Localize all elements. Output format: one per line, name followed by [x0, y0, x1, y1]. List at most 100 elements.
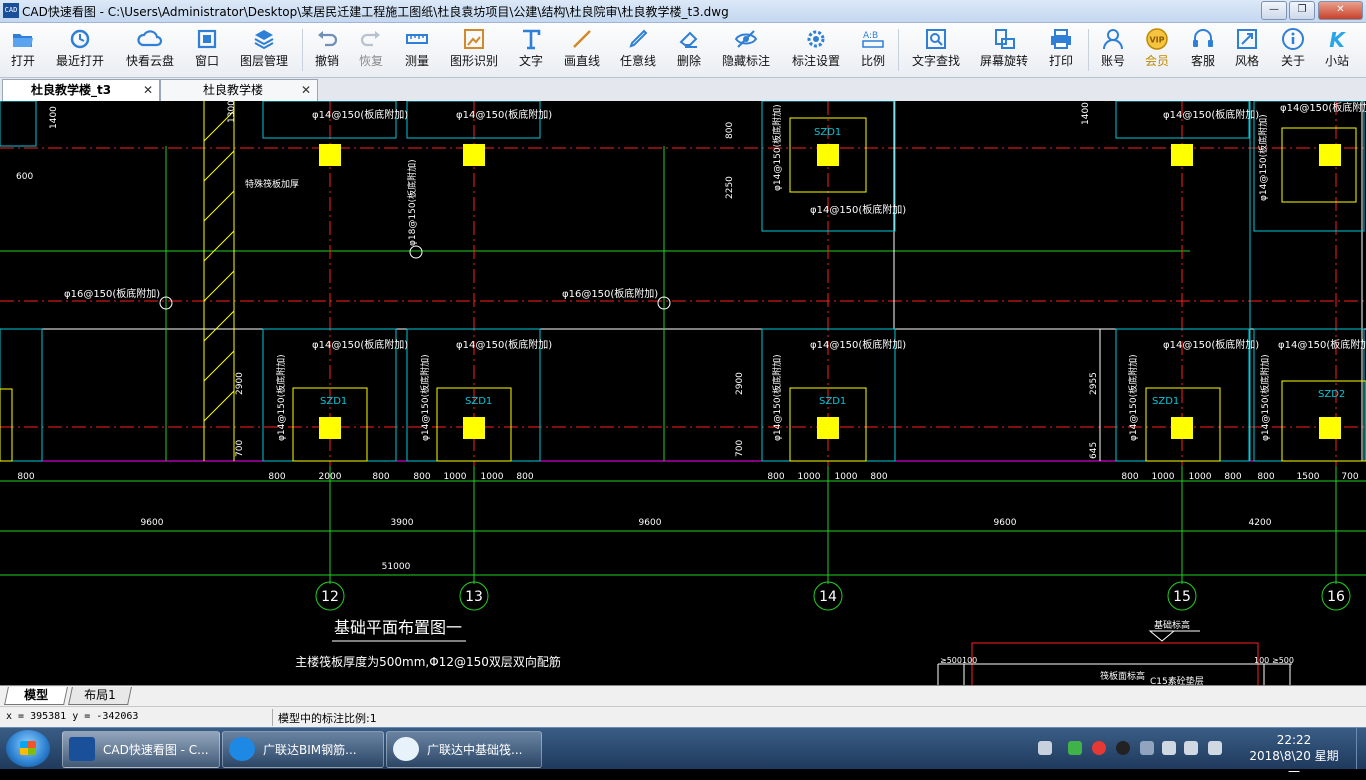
dim: 800: [767, 472, 784, 482]
column-tag: SZD1: [814, 127, 841, 138]
dim: 1000: [1152, 472, 1175, 482]
freehand-line-button[interactable]: 任意线: [616, 26, 660, 74]
network-icon[interactable]: [1184, 741, 1198, 755]
hatch: [203, 270, 235, 302]
tool-label: 风格: [1234, 54, 1259, 68]
window-button[interactable]: 窗口: [190, 26, 224, 74]
style-button[interactable]: 风格: [1230, 26, 1264, 74]
maximize-button[interactable]: ❐: [1289, 1, 1315, 20]
minimize-button[interactable]: —: [1261, 1, 1287, 20]
tab-label: 杜良教学楼: [203, 83, 264, 97]
redo-button[interactable]: 恢复: [354, 26, 388, 74]
close-tab-icon[interactable]: ✕: [301, 80, 311, 101]
clock-time: 22:22: [1276, 733, 1312, 747]
vdim: 800: [725, 122, 735, 139]
tool-label: 删除: [676, 54, 701, 68]
marker: [409, 245, 423, 259]
taskbar-item-glodon-bim[interactable]: 广联达BIM钢筋...: [222, 731, 384, 768]
layers-icon: [254, 30, 274, 50]
column-tag: SZD1: [1152, 396, 1179, 407]
drawing-canvas[interactable]: φ14@150(板底附加) φ14@150(板底附加) φ14@150(板底附加…: [0, 101, 1366, 685]
print-button[interactable]: 打印: [1044, 26, 1078, 74]
qq-icon[interactable]: [1116, 741, 1130, 755]
screen-rotate-button[interactable]: 屏幕旋转: [976, 26, 1032, 74]
draw-line-button[interactable]: 画直线: [560, 26, 604, 74]
tab-model[interactable]: 模型: [4, 687, 68, 705]
close-tab-icon[interactable]: ✕: [143, 80, 153, 101]
bluetooth-icon[interactable]: [1140, 741, 1154, 755]
hide-annotation-button[interactable]: 隐藏标注: [718, 26, 774, 74]
rebar-note-left: φ16@150(板底附加): [64, 287, 160, 300]
dim: 800: [1121, 472, 1138, 482]
text-button[interactable]: 文字: [514, 26, 548, 74]
measure-button[interactable]: 测量: [400, 26, 434, 74]
plan-note: 主楼筏板厚度为500mm,Φ12@150双层双向配筋: [295, 654, 561, 669]
headset-icon: [1193, 29, 1213, 47]
vdim: 700: [235, 440, 245, 457]
account-button[interactable]: 账号: [1096, 26, 1130, 74]
dim: 1000: [1189, 472, 1212, 482]
rebar-note-vertical: φ14@150(板底附加): [771, 104, 783, 191]
show-desktop-button[interactable]: [1356, 728, 1366, 769]
start-button[interactable]: [6, 730, 50, 767]
mini-station-button[interactable]: K 小站: [1320, 26, 1354, 74]
taskbar-item-glodon-cloud[interactable]: 广联达中基础筏...: [386, 731, 542, 768]
dim: 1000: [835, 472, 858, 482]
about-button[interactable]: 关于: [1276, 26, 1310, 74]
cloud-disk-button[interactable]: 快看云盘: [122, 26, 178, 74]
vip-icon: VIP: [1146, 28, 1168, 50]
player-icon[interactable]: [1068, 741, 1082, 755]
svg-text:A:B: A:B: [863, 31, 878, 41]
tab-dulang-t3[interactable]: 杜良教学楼_t3 ✕: [2, 79, 160, 101]
vdim: 600: [16, 172, 33, 182]
vdim: 645: [1089, 442, 1099, 459]
ruler-icon: [406, 34, 428, 44]
close-button[interactable]: ✕: [1318, 1, 1363, 20]
annotation-settings-button[interactable]: 标注设置: [788, 26, 844, 74]
rebar-note: φ14@150(板底附加): [312, 108, 408, 121]
keyboard-icon[interactable]: [1038, 741, 1052, 755]
usb-icon[interactable]: [1162, 741, 1176, 755]
hatch: [203, 150, 235, 182]
layout-tab-bar: 模型 布局1: [0, 685, 1366, 706]
settings-icon: [807, 30, 825, 48]
open-button[interactable]: 打开: [4, 26, 42, 74]
text-search-button[interactable]: 文字查找: [908, 26, 964, 74]
folder-open-icon: [13, 34, 33, 47]
rebar-note-vertical: φ14@150(板底附加): [275, 354, 287, 441]
antivirus-icon[interactable]: [1092, 741, 1106, 755]
shape-recognize-button[interactable]: 图形识别: [446, 26, 502, 74]
document-tab-bar: 杜良教学楼_t3 ✕ 杜良教学楼 ✕: [0, 78, 1366, 102]
tab-dulang[interactable]: 杜良教学楼 ✕: [160, 79, 318, 101]
volume-muted-icon[interactable]: [1208, 741, 1222, 755]
axis-bubbles: 12 13 14 15 16: [315, 581, 1351, 611]
tool-label: 撤销: [314, 54, 339, 68]
tab-layout1[interactable]: 布局1: [68, 687, 132, 705]
undo-button[interactable]: 撤销: [310, 26, 344, 74]
scale-icon: A:B: [862, 31, 884, 48]
columns: [319, 144, 1341, 439]
recent-open-button[interactable]: 最近打开: [52, 26, 108, 74]
scale-button[interactable]: A:B 比例: [856, 26, 890, 74]
elevation-marker: [1148, 630, 1176, 642]
delete-button[interactable]: 删除: [672, 26, 706, 74]
dim: 700: [1341, 472, 1358, 482]
eraser-icon: [679, 31, 698, 48]
tab-label: 杜良教学楼_t3: [31, 83, 112, 97]
vip-button[interactable]: VIP 会员: [1140, 26, 1174, 74]
detail-label: 基础标高: [1154, 619, 1190, 631]
axis-label: 14: [819, 589, 837, 605]
horizontal-axis-lines: [0, 147, 1366, 576]
axis-bubble-labels: 12 13 14 15 16: [321, 589, 1345, 605]
clock[interactable]: 22:22 2018\8\20 星期一: [1244, 732, 1344, 780]
dim: 800: [413, 472, 430, 482]
rebar-note: φ14@150(板底附加): [456, 338, 552, 351]
dim: 9600: [141, 518, 164, 528]
tool-label: 比例: [860, 54, 885, 68]
customer-service-button[interactable]: 客服: [1186, 26, 1220, 74]
dim: 3900: [391, 518, 414, 528]
eye-hide-icon: [734, 30, 758, 48]
rebar-note: φ14@150(板底附加): [312, 338, 408, 351]
layer-manager-button[interactable]: 图层管理: [236, 26, 292, 74]
taskbar-item-cad[interactable]: CAD快速看图 - C...: [62, 731, 220, 768]
